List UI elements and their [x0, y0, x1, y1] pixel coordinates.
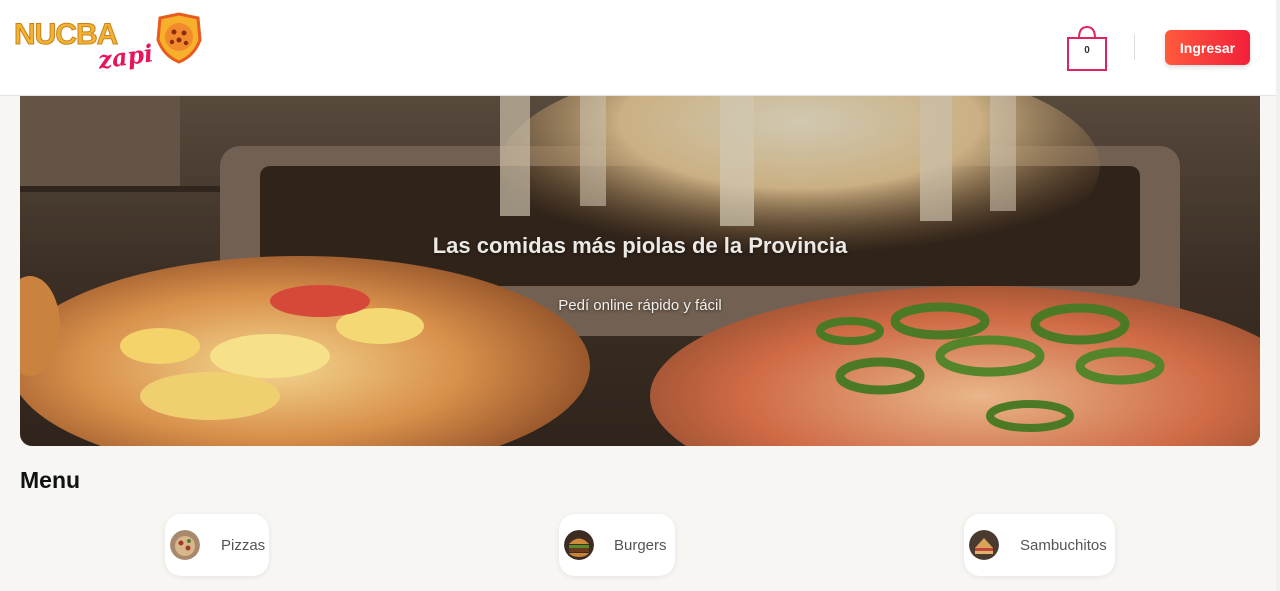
category-burgers[interactable]: Burgers	[559, 514, 675, 576]
hero-subtitle: Pedí online rápido y fácil	[558, 297, 722, 314]
logo-script: zapi	[96, 38, 155, 75]
hero-background-image	[20, 96, 1260, 446]
category-label: Sambuchitos	[1020, 537, 1107, 554]
logo[interactable]: NUCBA zapi	[13, 12, 204, 80]
page-scrollbar[interactable]	[1276, 0, 1280, 591]
hero-banner: Las comidas más piolas de la Provincia P…	[20, 96, 1260, 446]
login-button[interactable]: Ingresar	[1165, 30, 1250, 65]
pizza-badge-icon	[156, 12, 202, 64]
menu-heading: Menu	[20, 467, 81, 493]
header-divider	[1134, 34, 1135, 60]
hero-title: Las comidas más piolas de la Provincia	[432, 233, 848, 258]
pizza-thumb-icon	[170, 530, 200, 560]
cart-button[interactable]: 0	[1066, 24, 1108, 72]
category-sambuchitos[interactable]: Sambuchitos	[964, 514, 1115, 576]
category-pizzas[interactable]: Pizzas	[165, 514, 269, 576]
site-header: NUCBA zapi 0 Ingresar	[0, 0, 1280, 96]
category-label: Pizzas	[221, 537, 266, 554]
sandwich-thumb-icon	[969, 530, 999, 560]
category-label: Burgers	[614, 537, 667, 554]
cart-count-badge: 0	[1084, 45, 1090, 56]
burger-thumb-icon	[564, 530, 594, 560]
